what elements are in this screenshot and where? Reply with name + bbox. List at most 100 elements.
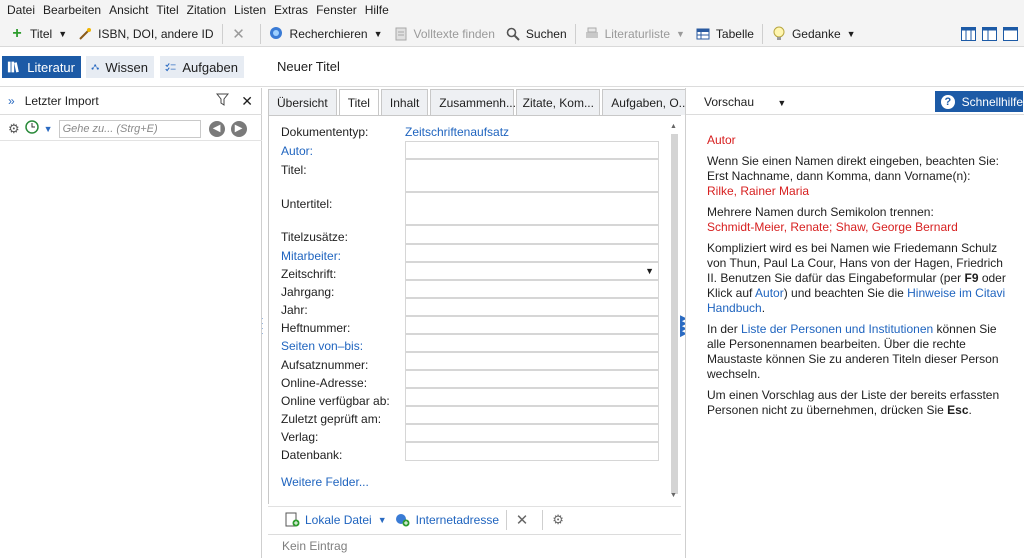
layout-three-pane-button[interactable]	[958, 23, 979, 45]
chevron-down-icon[interactable]: ▼	[847, 29, 856, 39]
personen-liste-link[interactable]: Liste der Personen und Institutionen	[741, 322, 933, 336]
menu-extras[interactable]: Extras	[270, 0, 312, 21]
seiten-field[interactable]	[405, 334, 659, 352]
menu-zitation[interactable]: Zitation	[183, 0, 230, 21]
table-icon	[695, 26, 711, 42]
zuletzt-label: Zuletzt geprüft am:	[281, 412, 382, 426]
online-adresse-field[interactable]	[405, 370, 659, 388]
nav-literatur-label: Literatur	[27, 59, 75, 75]
autor-label[interactable]: Autor:	[281, 144, 313, 158]
titelzusaetze-field[interactable]	[405, 225, 659, 244]
preview-header: Vorschau ▼ ? Schnellhilfe	[686, 88, 1024, 115]
chevron-down-icon[interactable]: ▼	[58, 29, 67, 39]
mitarbeiter-field[interactable]	[405, 244, 659, 262]
menu-hilfe[interactable]: Hilfe	[361, 0, 393, 21]
verlag-field[interactable]	[405, 424, 659, 442]
menu-listen[interactable]: Listen	[230, 0, 270, 21]
menu-datei[interactable]: Datei	[3, 0, 39, 21]
online-verfuegbar-field[interactable]	[405, 388, 659, 406]
example-names: Schmidt-Meier, Renate; Shaw, George Bern…	[707, 220, 958, 234]
chevron-down-icon[interactable]: ▼	[374, 29, 383, 39]
doctype-label: Dokumententyp:	[281, 125, 369, 139]
remove-attachment-button[interactable]: ✕	[510, 509, 539, 531]
preview-panel: Vorschau ▼ ? Schnellhilfe Autor Wenn Sie…	[685, 88, 1024, 558]
tab-zusammenhang[interactable]: Zusammenh...	[430, 89, 516, 115]
chevron-down-icon[interactable]: ▼	[676, 29, 685, 39]
nav-aufgaben-button[interactable]: Aufgaben	[160, 56, 244, 78]
layout-single-pane-button[interactable]	[1000, 23, 1024, 45]
jahr-field[interactable]	[405, 298, 659, 316]
chevron-down-icon[interactable]: ▼	[378, 515, 387, 525]
scroll-up-icon[interactable]: ▲	[670, 123, 677, 130]
menu-fenster[interactable]: Fenster	[312, 0, 361, 21]
nav-wissen-button[interactable]: Wissen	[86, 56, 154, 78]
menu-titel[interactable]: Titel	[152, 0, 182, 21]
tab-titel[interactable]: Titel	[338, 89, 379, 116]
expand-icon[interactable]: »	[8, 94, 15, 108]
selection-label[interactable]: Letzter Import	[25, 94, 99, 108]
tab-zitate[interactable]: Zitate, Kom...	[516, 89, 601, 115]
suchen-button[interactable]: Suchen	[500, 23, 572, 45]
gear-icon[interactable]: ⚙	[8, 121, 20, 137]
forward-arrow-icon[interactable]: ▶	[230, 120, 247, 137]
history-icon[interactable]	[24, 119, 40, 138]
nav-literatur-button[interactable]: Literatur	[2, 56, 81, 78]
titel-field[interactable]	[405, 159, 659, 192]
chevron-down-icon[interactable]: ▼	[777, 98, 786, 108]
jahr-label: Jahr:	[281, 303, 308, 317]
close-icon[interactable]: ✕	[241, 93, 253, 110]
lokale-datei-button[interactable]: Lokale Datei ▼	[280, 509, 391, 531]
form-scrollbar[interactable]: ▲ ▼	[669, 123, 680, 501]
layout-two-pane-button[interactable]	[979, 23, 1000, 45]
chevron-down-icon[interactable]: ▼	[645, 266, 654, 276]
filter-icon[interactable]	[216, 93, 230, 109]
volltexte-button[interactable]: Volltexte finden	[388, 23, 500, 45]
chevron-down-icon[interactable]: ▼	[44, 124, 53, 134]
internetadresse-label: Internetadresse	[415, 512, 500, 527]
toolbar-separator	[574, 23, 576, 44]
scroll-down-icon[interactable]: ▼	[670, 492, 677, 499]
autor-help-link[interactable]: Autor	[755, 286, 784, 300]
suchen-label: Suchen	[525, 26, 567, 41]
back-arrow-icon[interactable]: ◀	[208, 120, 225, 137]
literaturliste-label: Literaturliste	[604, 26, 670, 41]
weitere-felder-link[interactable]: Weitere Felder...	[281, 475, 369, 489]
recherchieren-button[interactable]: Recherchieren ▼	[264, 23, 388, 45]
menu-bar: Datei Bearbeiten Ansicht Titel Zitation …	[0, 0, 1024, 21]
gedanke-button[interactable]: Gedanke ▼	[766, 23, 861, 45]
doctype-link[interactable]: Zeitschriftenaufsatz	[405, 125, 509, 139]
literaturliste-button[interactable]: Literaturliste ▼	[579, 23, 690, 45]
zuletzt-field[interactable]	[405, 406, 659, 424]
heftnummer-field[interactable]	[405, 316, 659, 334]
aufsatznummer-field[interactable]	[405, 352, 659, 370]
help-paragraph-1: Wenn Sie einen Namen direkt eingeben, be…	[707, 154, 999, 198]
datenbank-field[interactable]	[405, 442, 659, 461]
search-icon	[505, 26, 521, 42]
untertitel-label: Untertitel:	[281, 197, 333, 211]
goto-input[interactable]: Gehe zu... (Strg+E)	[58, 119, 201, 138]
mitarbeiter-label[interactable]: Mitarbeiter:	[281, 249, 341, 263]
tab-aufgaben[interactable]: Aufgaben, O...	[602, 89, 689, 115]
printer-icon	[584, 26, 600, 42]
delete-button[interactable]: ✕	[226, 23, 257, 45]
zeitschrift-combo[interactable]: ▼	[405, 262, 659, 280]
vorschau-dropdown[interactable]: Vorschau ▼	[704, 95, 786, 109]
internetadresse-button[interactable]: Internetadresse	[391, 509, 503, 531]
lokale-datei-label: Lokale Datei	[305, 512, 372, 527]
attachment-settings-button[interactable]: ⚙	[546, 509, 575, 531]
untertitel-field[interactable]	[405, 192, 659, 225]
tab-uebersicht[interactable]: Übersicht	[268, 89, 337, 115]
new-title-button[interactable]: + Titel ▼	[4, 23, 72, 45]
isbn-button[interactable]: ISBN, DOI, andere ID	[72, 23, 218, 45]
schnellhilfe-button[interactable]: ? Schnellhilfe	[935, 91, 1023, 112]
menu-bearbeiten[interactable]: Bearbeiten	[39, 0, 105, 21]
jahrgang-field[interactable]	[405, 280, 659, 298]
menu-ansicht[interactable]: Ansicht	[105, 0, 152, 21]
tab-inhalt[interactable]: Inhalt	[380, 89, 429, 115]
navigator-bar: Literatur Wissen Aufgaben Neuer Titel	[0, 47, 1024, 87]
seiten-label[interactable]: Seiten von–bis:	[281, 339, 363, 353]
autor-field[interactable]	[405, 141, 659, 159]
scrollbar-thumb[interactable]	[671, 134, 678, 494]
titelzusaetze-label: Titelzusätze:	[281, 230, 348, 244]
tabelle-button[interactable]: Tabelle	[690, 23, 759, 45]
